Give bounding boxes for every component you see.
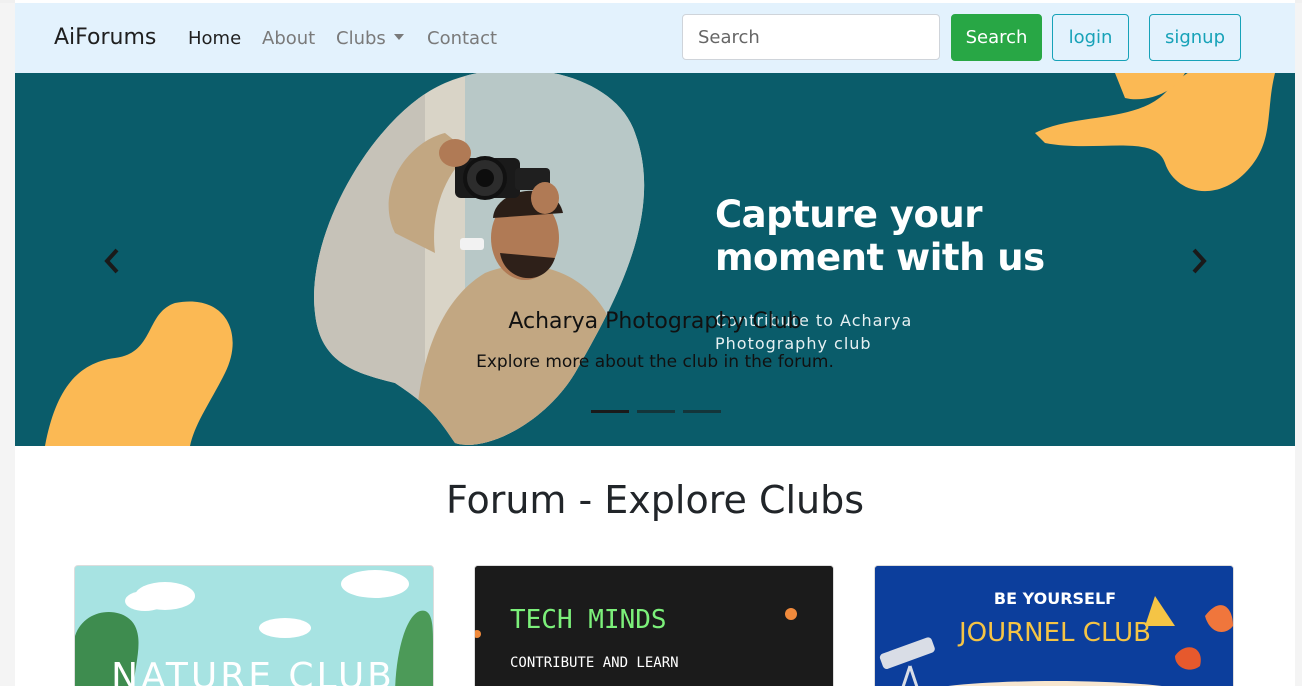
carousel-indicator[interactable]	[683, 410, 721, 413]
nav-about[interactable]: About	[262, 28, 315, 49]
chevron-left-icon	[104, 248, 119, 274]
brand-logo[interactable]: AiForums	[54, 25, 156, 50]
carousel-prev-button[interactable]	[97, 241, 127, 281]
carousel-slide-image	[45, 73, 1275, 446]
club-card[interactable]: NATURE CLUB	[74, 565, 434, 686]
card-image-title: BE YOURSELF	[994, 589, 1116, 608]
chevron-right-icon	[1192, 248, 1207, 274]
chevron-down-icon	[393, 34, 404, 40]
card-image: TECH MINDS CONTRIBUTE AND LEARN	[475, 566, 833, 686]
nav-clubs-dropdown[interactable]: Clubs	[336, 28, 404, 49]
search-button[interactable]: Search	[951, 14, 1042, 61]
card-image-subtitle: JOURNEL CLUB	[957, 618, 1151, 648]
carousel-caption-title: Acharya Photography Club	[508, 309, 802, 334]
card-image-text: NATURE CLUB	[111, 656, 395, 686]
carousel-indicator[interactable]	[637, 410, 675, 413]
carousel-indicators	[591, 410, 721, 413]
page: AiForums Home About Clubs Contact Search…	[15, 0, 1295, 686]
card-image: BE YOURSELF JOURNEL CLUB	[875, 566, 1233, 686]
nav-home[interactable]: Home	[188, 28, 241, 49]
cloud-shape	[125, 591, 165, 611]
carousel-next-button[interactable]	[1184, 241, 1214, 281]
section-title: Forum - Explore Clubs	[445, 478, 865, 522]
nav-contact[interactable]: Contact	[427, 28, 497, 49]
club-card[interactable]: TECH MINDS CONTRIBUTE AND LEARN	[474, 565, 834, 686]
slide-headline-line: Capture your	[715, 193, 982, 236]
nav-clubs-label: Clubs	[336, 28, 386, 49]
carousel-caption-text: Explore more about the club in the forum…	[476, 352, 834, 372]
card-image-subtitle: CONTRIBUTE AND LEARN	[510, 655, 679, 671]
card-image-title: TECH MINDS	[510, 605, 667, 635]
login-button[interactable]: login	[1052, 14, 1129, 61]
slide-headline: Capture your moment with us	[715, 193, 1045, 279]
cloud-shape	[259, 618, 311, 638]
navbar: AiForums Home About Clubs Contact Search…	[15, 3, 1295, 73]
carousel: Capture your moment with us Contribute t…	[15, 73, 1295, 446]
cloud-shape	[341, 570, 409, 598]
search-input[interactable]	[682, 14, 940, 60]
slide-headline-line: moment with us	[715, 236, 1045, 279]
decorative-dot	[785, 608, 797, 620]
carousel-indicator[interactable]	[591, 410, 629, 413]
club-card[interactable]: BE YOURSELF JOURNEL CLUB	[874, 565, 1234, 686]
card-image: NATURE CLUB	[75, 566, 433, 686]
signup-button[interactable]: signup	[1149, 14, 1241, 61]
